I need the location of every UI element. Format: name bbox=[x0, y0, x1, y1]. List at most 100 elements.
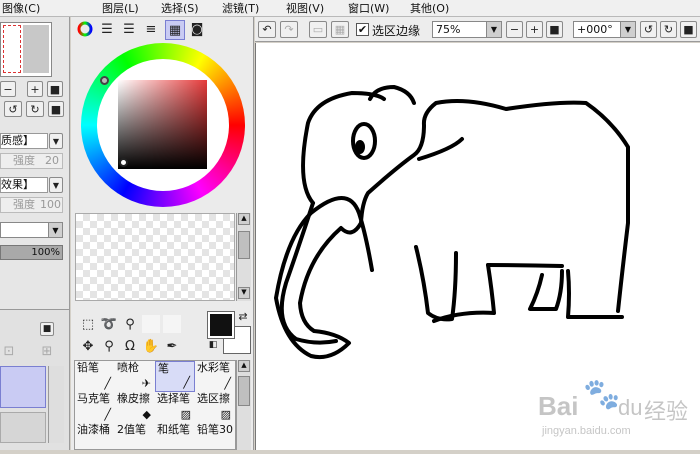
tool-eraser[interactable]: 橡皮擦 ◆ bbox=[115, 392, 155, 423]
menu-other[interactable]: 其他(O) bbox=[410, 0, 449, 17]
elephant-ear-back bbox=[417, 137, 464, 161]
layer-option-button[interactable]: ■ bbox=[40, 322, 54, 336]
reset-colors-icon[interactable]: ◧ bbox=[207, 339, 219, 351]
tool-select-eraser[interactable]: 选区擦 ▨ bbox=[195, 392, 235, 423]
menu-select[interactable]: 选择(S) bbox=[161, 0, 199, 17]
elephant-back-leg-2 bbox=[566, 269, 624, 320]
tool-marker[interactable]: 马克笔 ╱ bbox=[75, 392, 115, 423]
effect-dropdown-button[interactable]: ▼ bbox=[49, 177, 63, 193]
tool-pencil30[interactable]: 铅笔30 bbox=[195, 423, 235, 454]
elephant-belly bbox=[486, 263, 564, 268]
rotate-left-button[interactable]: ↺ bbox=[640, 21, 657, 38]
menu-window[interactable]: 窗口(W) bbox=[348, 0, 389, 17]
tool-scrollbar[interactable]: ▲ bbox=[236, 360, 251, 450]
undo-button[interactable]: ↶ bbox=[258, 21, 276, 38]
texture-strength-field[interactable]: 强度 20 bbox=[0, 153, 63, 169]
tool-brush[interactable]: 笔 ╱ bbox=[155, 361, 195, 392]
color-tool-panel: ☰ ☰ ≡ ▦ ◙ ▲ ▼ ⬚ ➰ ⚲ ✥ ⚲ Ω ✋ ✒ ⇄ ◧ 铅笔 ╱ 喷枪… bbox=[71, 17, 254, 450]
layer-item-selected[interactable] bbox=[0, 366, 46, 408]
rgb-slider-tab-icon[interactable]: ☰ bbox=[98, 20, 116, 38]
tool-select-pen-label: 选择笔 bbox=[157, 392, 190, 405]
navigator-preview[interactable] bbox=[0, 22, 52, 77]
rotation-select[interactable]: +000° ▼ bbox=[573, 21, 636, 38]
new-layer-icon[interactable]: ⊡ bbox=[0, 342, 18, 360]
color-swatch-grid[interactable] bbox=[75, 213, 235, 301]
zoom-select[interactable]: 75% ▼ bbox=[432, 21, 502, 38]
texture-dropdown-button[interactable]: ▼ bbox=[49, 133, 63, 149]
nav-zoom-out-button[interactable]: − bbox=[0, 81, 16, 97]
nav-rotate-left-button[interactable]: ↺ bbox=[4, 101, 22, 117]
nav-zoom-in-button[interactable]: + bbox=[27, 81, 43, 97]
nav-reset-button[interactable]: ■ bbox=[47, 81, 63, 97]
tool-select-eraser-label: 选区擦 bbox=[197, 392, 230, 405]
tool-bucket[interactable]: 油漆桶 bbox=[75, 423, 115, 454]
selection-edge-checkbox[interactable]: ✔ bbox=[356, 23, 369, 36]
sv-indicator[interactable] bbox=[119, 158, 128, 167]
watermark-url: jingyan.baidu.com bbox=[542, 425, 631, 437]
zoom-reset-button[interactable]: ■ bbox=[546, 21, 563, 38]
zoom-icon[interactable]: ⚲ bbox=[100, 337, 118, 355]
nav-rotate-reset-button[interactable]: ■ bbox=[48, 101, 64, 117]
swatch-tab-icon[interactable]: ▦ bbox=[165, 20, 185, 40]
swatch-scrollbar[interactable]: ▲ ▼ bbox=[236, 213, 251, 301]
blend-mode-select[interactable]: ▼ bbox=[0, 222, 63, 238]
menu-view[interactable]: 视图(V) bbox=[286, 0, 324, 17]
tool-pencil[interactable]: 铅笔 ╱ bbox=[75, 361, 115, 392]
scratchpad-tab-icon[interactable]: ◙ bbox=[188, 20, 206, 38]
scroll-down-icon[interactable]: ▼ bbox=[238, 287, 250, 299]
invert-select-button[interactable]: ▦ bbox=[331, 21, 349, 38]
tool-select-pen[interactable]: 选择笔 ▨ bbox=[155, 392, 195, 423]
layer-panel: ■ ⊡ ⊞ bbox=[0, 309, 69, 450]
redo-button[interactable]: ↷ bbox=[280, 21, 298, 38]
lasso-icon[interactable]: ➰ bbox=[100, 315, 118, 333]
zoom-in-button[interactable]: + bbox=[526, 21, 543, 38]
rotation-value: +000° bbox=[577, 23, 613, 36]
elephant-front-leg bbox=[414, 245, 458, 322]
rect-select-icon[interactable]: ⬚ bbox=[79, 315, 97, 333]
effect-strength-field[interactable]: 强度 100 bbox=[0, 197, 63, 213]
empty-tool-slot bbox=[142, 315, 160, 333]
layer-item[interactable] bbox=[0, 412, 46, 443]
tool-watercolor-label: 水彩笔 bbox=[197, 361, 230, 374]
rotate-reset-button[interactable]: ■ bbox=[680, 21, 697, 38]
scroll-thumb[interactable] bbox=[238, 231, 250, 259]
primary-color[interactable] bbox=[207, 311, 235, 339]
tool-airbrush[interactable]: 喷枪 ✈ bbox=[115, 361, 155, 392]
tool-brush-label: 笔 bbox=[158, 362, 169, 375]
hand-icon[interactable]: ✋ bbox=[142, 337, 160, 355]
menu-image[interactable]: 图像(C) bbox=[2, 0, 40, 17]
opacity-slider[interactable]: 100% bbox=[0, 245, 63, 260]
gradation-tab-icon[interactable]: ≡ bbox=[142, 20, 160, 38]
tool-watercolor[interactable]: 水彩笔 ╱ bbox=[195, 361, 235, 392]
hue-indicator[interactable] bbox=[100, 76, 109, 85]
tool-washi-pen[interactable]: 和纸笔 bbox=[155, 423, 195, 454]
deselect-button[interactable]: ▭ bbox=[309, 21, 327, 38]
scroll-up-icon[interactable]: ▲ bbox=[238, 213, 250, 225]
magic-wand-icon[interactable]: ⚲ bbox=[121, 315, 139, 333]
tool-scroll-thumb[interactable] bbox=[238, 376, 250, 406]
zoom-out-button[interactable]: − bbox=[506, 21, 523, 38]
new-folder-icon[interactable]: ⊞ bbox=[38, 342, 56, 360]
tool-binary-pen-label: 2值笔 bbox=[117, 423, 146, 436]
menu-bar: 图像(C) 图层(L) 选择(S) 滤镜(T) 视图(V) 窗口(W) 其他(O… bbox=[0, 0, 700, 17]
tool-scroll-up-icon[interactable]: ▲ bbox=[238, 360, 250, 372]
eyedropper-icon[interactable]: ✒ bbox=[163, 337, 181, 355]
elephant-eye-outline bbox=[351, 122, 377, 160]
tool-pencil-label: 铅笔 bbox=[77, 361, 99, 374]
menu-layer[interactable]: 图层(L) bbox=[102, 0, 139, 17]
nav-rotate-right-button[interactable]: ↻ bbox=[26, 101, 44, 117]
color-wheel[interactable] bbox=[81, 43, 245, 207]
select-eraser-icon: ▨ bbox=[220, 408, 231, 421]
rotate-right-button[interactable]: ↻ bbox=[660, 21, 677, 38]
swap-colors-icon[interactable]: ⇄ bbox=[236, 309, 250, 323]
menu-filter[interactable]: 滤镜(T) bbox=[222, 0, 259, 17]
saturation-value-square[interactable] bbox=[118, 80, 207, 169]
watermark-cn: 经验 bbox=[644, 400, 689, 425]
color-wheel-tab-icon[interactable] bbox=[76, 20, 94, 38]
move-icon[interactable]: ✥ bbox=[79, 337, 97, 355]
drawing-canvas[interactable]: Bai 🐾 du 经验 jingyan.baidu.com bbox=[255, 43, 700, 450]
tool-binary-pen[interactable]: 2值笔 bbox=[115, 423, 155, 454]
hsv-slider-tab-icon[interactable]: ☰ bbox=[120, 20, 138, 38]
rotate-icon[interactable]: Ω bbox=[121, 337, 139, 355]
layer-scrollbar[interactable] bbox=[48, 366, 64, 443]
